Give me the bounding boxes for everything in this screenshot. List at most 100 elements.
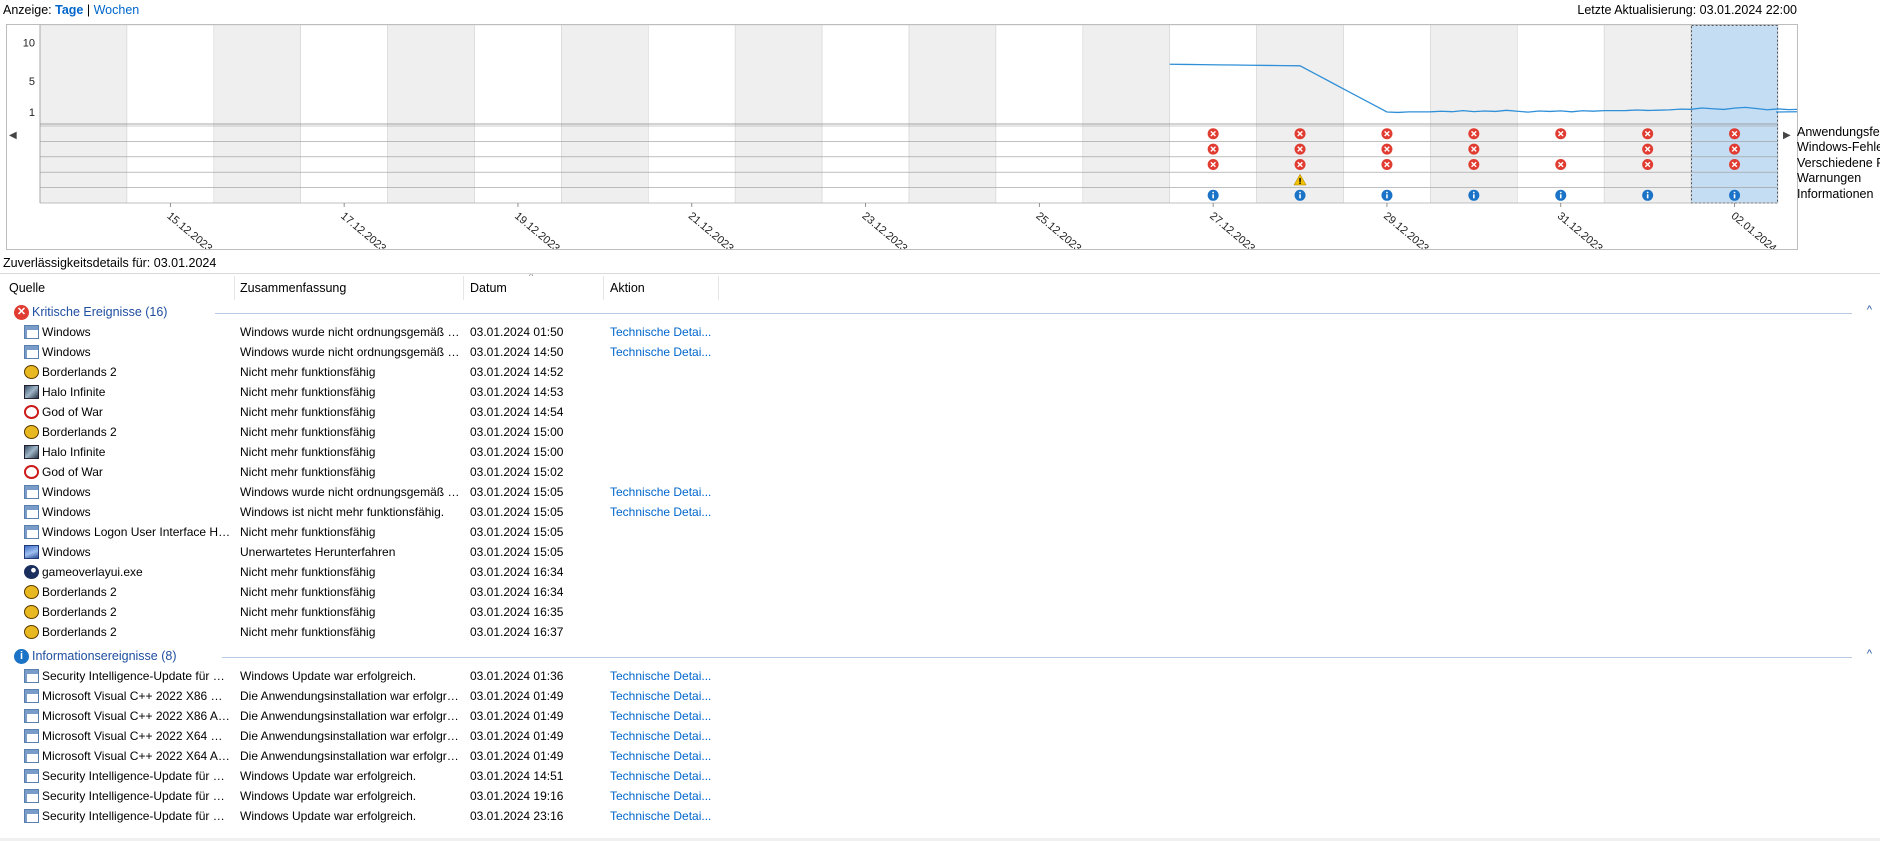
table-row[interactable]: Windows Windows wurde nicht ordnungsgemäß… [0,482,1880,502]
table-row[interactable]: Security Intelligence-Update für Microso… [0,786,1880,806]
row-source: Windows [42,345,91,359]
column-header-summary[interactable]: Zusammenfassung [240,281,346,295]
group-header[interactable]: ✕ Kritische Ereignisse (16) ^ [0,302,1880,322]
collapse-group-chevron-icon[interactable]: ^ [1867,304,1872,316]
row-summary: Die Anwendungsinstallation war erfolgrei… [240,709,462,723]
day-column[interactable] [647,25,736,204]
technical-details-link[interactable]: Technische Detai... [610,769,711,783]
reliability-chart[interactable]: 10 5 1 15.12.2023 17.12.2023 19.12.2023 21.12.… [6,24,1798,250]
row-source: Windows [42,545,91,559]
technical-details-link[interactable]: Technische Detai... [610,505,711,519]
row-date: 03.01.2024 15:05 [470,485,564,499]
column-separator[interactable] [234,276,235,300]
view-days-link[interactable]: Tage [55,3,83,17]
table-row[interactable]: Windows Logon User Interface Host Nicht m… [0,522,1880,542]
last-update-text: Letzte Aktualisierung: 03.01.2024 22:00 [1577,3,1797,17]
day-column[interactable] [1517,25,1605,204]
steam-icon [24,565,39,579]
view-weeks-link[interactable]: Wochen [94,3,140,17]
table-row[interactable]: Security Intelligence-Update für Microso… [0,806,1880,826]
technical-details-link[interactable]: Technische Detai... [610,345,711,359]
day-column[interactable] [1603,25,1692,204]
row-source: Security Intelligence-Update für Microso… [42,769,232,783]
table-row[interactable]: God of War Nicht mehr funktionsfähig 03.01… [0,462,1880,482]
day-column[interactable] [300,25,388,204]
row-summary: Nicht mehr funktionsfähig [240,605,376,619]
god-of-war-icon [24,465,39,479]
table-row[interactable]: Windows Unerwartetes Herunterfahren 03.01.… [0,542,1880,562]
day-column[interactable] [561,25,649,204]
view-separator: | [86,3,91,17]
technical-details-link[interactable]: Technische Detai... [610,485,711,499]
row-summary: Nicht mehr funktionsfähig [240,425,376,439]
day-column[interactable] [39,25,128,204]
day-column[interactable] [734,25,823,204]
chart-scroll-right-arrow[interactable]: ▶ [1783,130,1791,141]
chart-category-labels: Anwendungsfe Windows-Fehle Verschiedene … [1797,125,1880,202]
day-column[interactable] [474,25,562,204]
category-label-information: Informationen [1797,186,1874,201]
group-header[interactable]: i Informationsereignisse (8) ^ [0,646,1880,666]
table-row[interactable]: Windows Windows ist nicht mehr funktionsf… [0,502,1880,522]
day-column[interactable] [213,25,302,204]
technical-details-link[interactable]: Technische Detai... [610,689,711,703]
technical-details-link[interactable]: Technische Detai... [610,809,711,823]
table-row[interactable]: Microsoft Visual C++ 2022 X64 Minimum Ru… [0,726,1880,746]
table-row[interactable]: Windows Windows wurde nicht ordnungsgemäß… [0,322,1880,342]
table-row[interactable]: Halo Infinite Nicht mehr funktionsfähig 03… [0,382,1880,402]
windows-app-icon [24,345,39,359]
day-column[interactable] [908,25,997,204]
column-separator[interactable] [463,276,464,300]
row-source: Borderlands 2 [42,365,117,379]
day-column[interactable] [126,25,215,204]
column-header-date[interactable]: Datum [470,281,507,295]
group-header-label: Informationsereignisse (8) [32,649,177,663]
table-row[interactable]: Halo Infinite Nicht mehr funktionsfähig 03… [0,442,1880,462]
x-date-label: 23.12.2023 [860,210,910,249]
technical-details-link[interactable]: Technische Detai... [610,325,711,339]
technical-details-link[interactable]: Technische Detai... [610,749,711,763]
table-row[interactable]: Microsoft Visual C++ 2022 X86 Additional… [0,706,1880,726]
day-column[interactable] [821,25,910,204]
table-row[interactable]: Microsoft Visual C++ 2022 X86 Minimum Ru… [0,686,1880,706]
windows-app-icon [24,729,39,743]
table-row[interactable]: Security Intelligence-Update für Microso… [0,766,1880,786]
table-row[interactable]: Borderlands 2 Nicht mehr funktionsfähig 03… [0,362,1880,382]
technical-details-link[interactable]: Technische Detai... [610,729,711,743]
table-row[interactable]: Security Intelligence-Update für Microso… [0,666,1880,686]
table-row[interactable]: Borderlands 2 Nicht mehr funktionsfähig 03… [0,582,1880,602]
view-toolbar: Anzeige: Tage | Wochen Letzte Aktualisie… [0,0,1880,22]
column-header-action[interactable]: Aktion [610,281,645,295]
day-column[interactable] [1430,25,1518,204]
chart-scroll-left-arrow[interactable]: ◀ [9,130,17,141]
row-summary: Unerwartetes Herunterfahren [240,545,396,559]
day-column[interactable] [1690,25,1779,204]
table-row[interactable]: God of War Nicht mehr funktionsfähig 03.01… [0,402,1880,422]
column-separator[interactable] [603,276,604,300]
table-row[interactable]: gameoverlayui.exe Nicht mehr funktionsfäh… [0,562,1880,582]
technical-details-link[interactable]: Technische Detai... [610,789,711,803]
windows-app-icon [24,809,39,823]
day-column[interactable] [1343,25,1431,204]
column-separator[interactable] [718,276,719,300]
row-date: 03.01.2024 16:37 [470,625,564,639]
day-column[interactable] [1169,25,1257,204]
day-column[interactable] [1082,25,1171,204]
table-row[interactable]: Windows Windows wurde nicht ordnungsgemäß… [0,342,1880,362]
day-column[interactable] [387,25,475,204]
row-source: Windows [42,485,91,499]
table-row[interactable]: Microsoft Visual C++ 2022 X64 Additional… [0,746,1880,766]
table-row[interactable]: Borderlands 2 Nicht mehr funktionsfähig 03… [0,622,1880,642]
technical-details-link[interactable]: Technische Detai... [610,709,711,723]
row-date: 03.01.2024 01:49 [470,729,564,743]
row-source: Microsoft Visual C++ 2022 X64 Minimum Ru… [42,729,232,743]
table-row[interactable]: Borderlands 2 Nicht mehr funktionsfähig 03… [0,422,1880,442]
y-tick-label: 5 [29,76,35,88]
column-header-source[interactable]: Quelle [9,281,45,295]
table-row[interactable]: Borderlands 2 Nicht mehr funktionsfähig 03… [0,602,1880,622]
day-column[interactable] [995,25,1084,204]
row-source: gameoverlayui.exe [42,565,143,579]
collapse-group-chevron-icon[interactable]: ^ [1867,648,1872,660]
row-summary: Windows ist nicht mehr funktionsfähig. [240,505,445,519]
technical-details-link[interactable]: Technische Detai... [610,669,711,683]
